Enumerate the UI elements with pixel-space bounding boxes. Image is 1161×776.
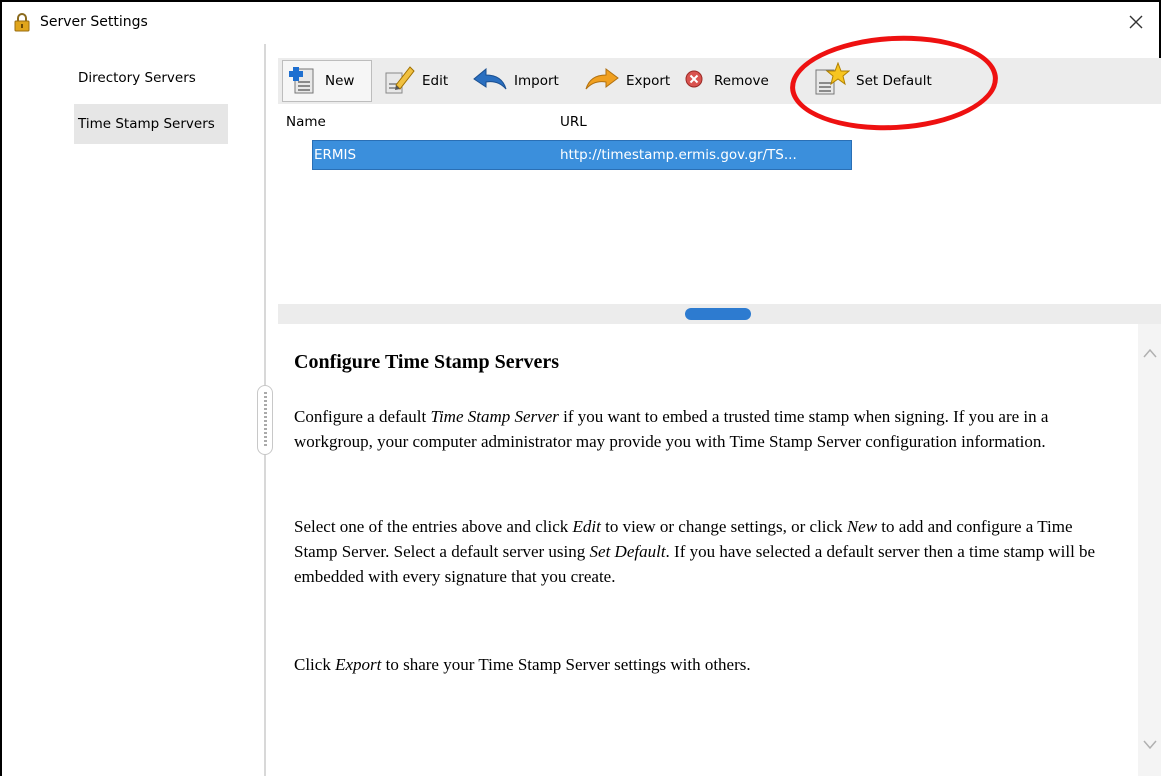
- title-bar: Server Settings: [2, 2, 1159, 44]
- export-arrow-icon: [584, 67, 620, 95]
- new-button[interactable]: New: [282, 60, 372, 102]
- close-button[interactable]: [1121, 8, 1151, 38]
- lock-icon: [12, 12, 32, 32]
- sidebar: Directory Servers Time Stamp Servers: [2, 44, 264, 776]
- server-settings-window: Server Settings Directory Servers Time S…: [0, 0, 1161, 776]
- help-paragraph-1: Configure a default Time Stamp Server if…: [294, 407, 1049, 451]
- row-name-cell: ERMIS: [314, 147, 357, 163]
- edit-button[interactable]: Edit: [384, 60, 448, 102]
- import-button[interactable]: Import: [472, 60, 559, 102]
- table-row[interactable]: ERMIS http://timestamp.ermis.gov.gr/TS..…: [312, 140, 852, 170]
- new-server-icon: [289, 63, 317, 99]
- set-default-button-label: Set Default: [856, 73, 932, 89]
- remove-button-label: Remove: [714, 73, 769, 89]
- set-default-button[interactable]: Set Default: [814, 60, 932, 102]
- star-server-icon: [814, 61, 851, 100]
- chevron-up-icon[interactable]: [1142, 346, 1158, 360]
- export-button-label: Export: [626, 73, 671, 89]
- window-title: Server Settings: [40, 14, 148, 30]
- help-paragraph-3: Click Export to share your Time Stamp Se…: [294, 655, 751, 674]
- toolbar: New Edit Import Export Remove Set Defaul…: [278, 58, 1161, 104]
- close-icon: [1128, 14, 1144, 33]
- export-button[interactable]: Export: [584, 60, 670, 102]
- import-button-label: Import: [514, 73, 559, 89]
- sidebar-item-directory-servers[interactable]: Directory Servers: [74, 58, 228, 98]
- row-url-cell: http://timestamp.ermis.gov.gr/TS...: [560, 147, 797, 163]
- help-heading: Configure Time Stamp Servers: [294, 351, 559, 373]
- import-arrow-icon: [472, 67, 508, 95]
- help-paragraph-2: Select one of the entries above and clic…: [294, 517, 1096, 586]
- column-header-url[interactable]: URL: [560, 114, 587, 130]
- sidebar-item-time-stamp-servers[interactable]: Time Stamp Servers: [74, 104, 228, 144]
- edit-button-label: Edit: [422, 73, 449, 89]
- column-header-name[interactable]: Name: [286, 114, 326, 130]
- server-table: Name URL ERMIS http://timestamp.ermis.go…: [278, 104, 1161, 304]
- remove-x-icon: [684, 69, 704, 93]
- new-button-label: New: [325, 73, 355, 89]
- splitter-handle[interactable]: [685, 308, 751, 320]
- splitter-grip-handle[interactable]: [257, 385, 273, 455]
- help-scrollbar[interactable]: [1138, 324, 1161, 776]
- help-panel: Configure Time Stamp Servers Configure a…: [278, 324, 1138, 776]
- chevron-down-icon[interactable]: [1142, 738, 1158, 752]
- pencil-icon: [384, 63, 416, 99]
- remove-button[interactable]: Remove: [684, 60, 769, 102]
- horizontal-splitter[interactable]: [278, 304, 1161, 324]
